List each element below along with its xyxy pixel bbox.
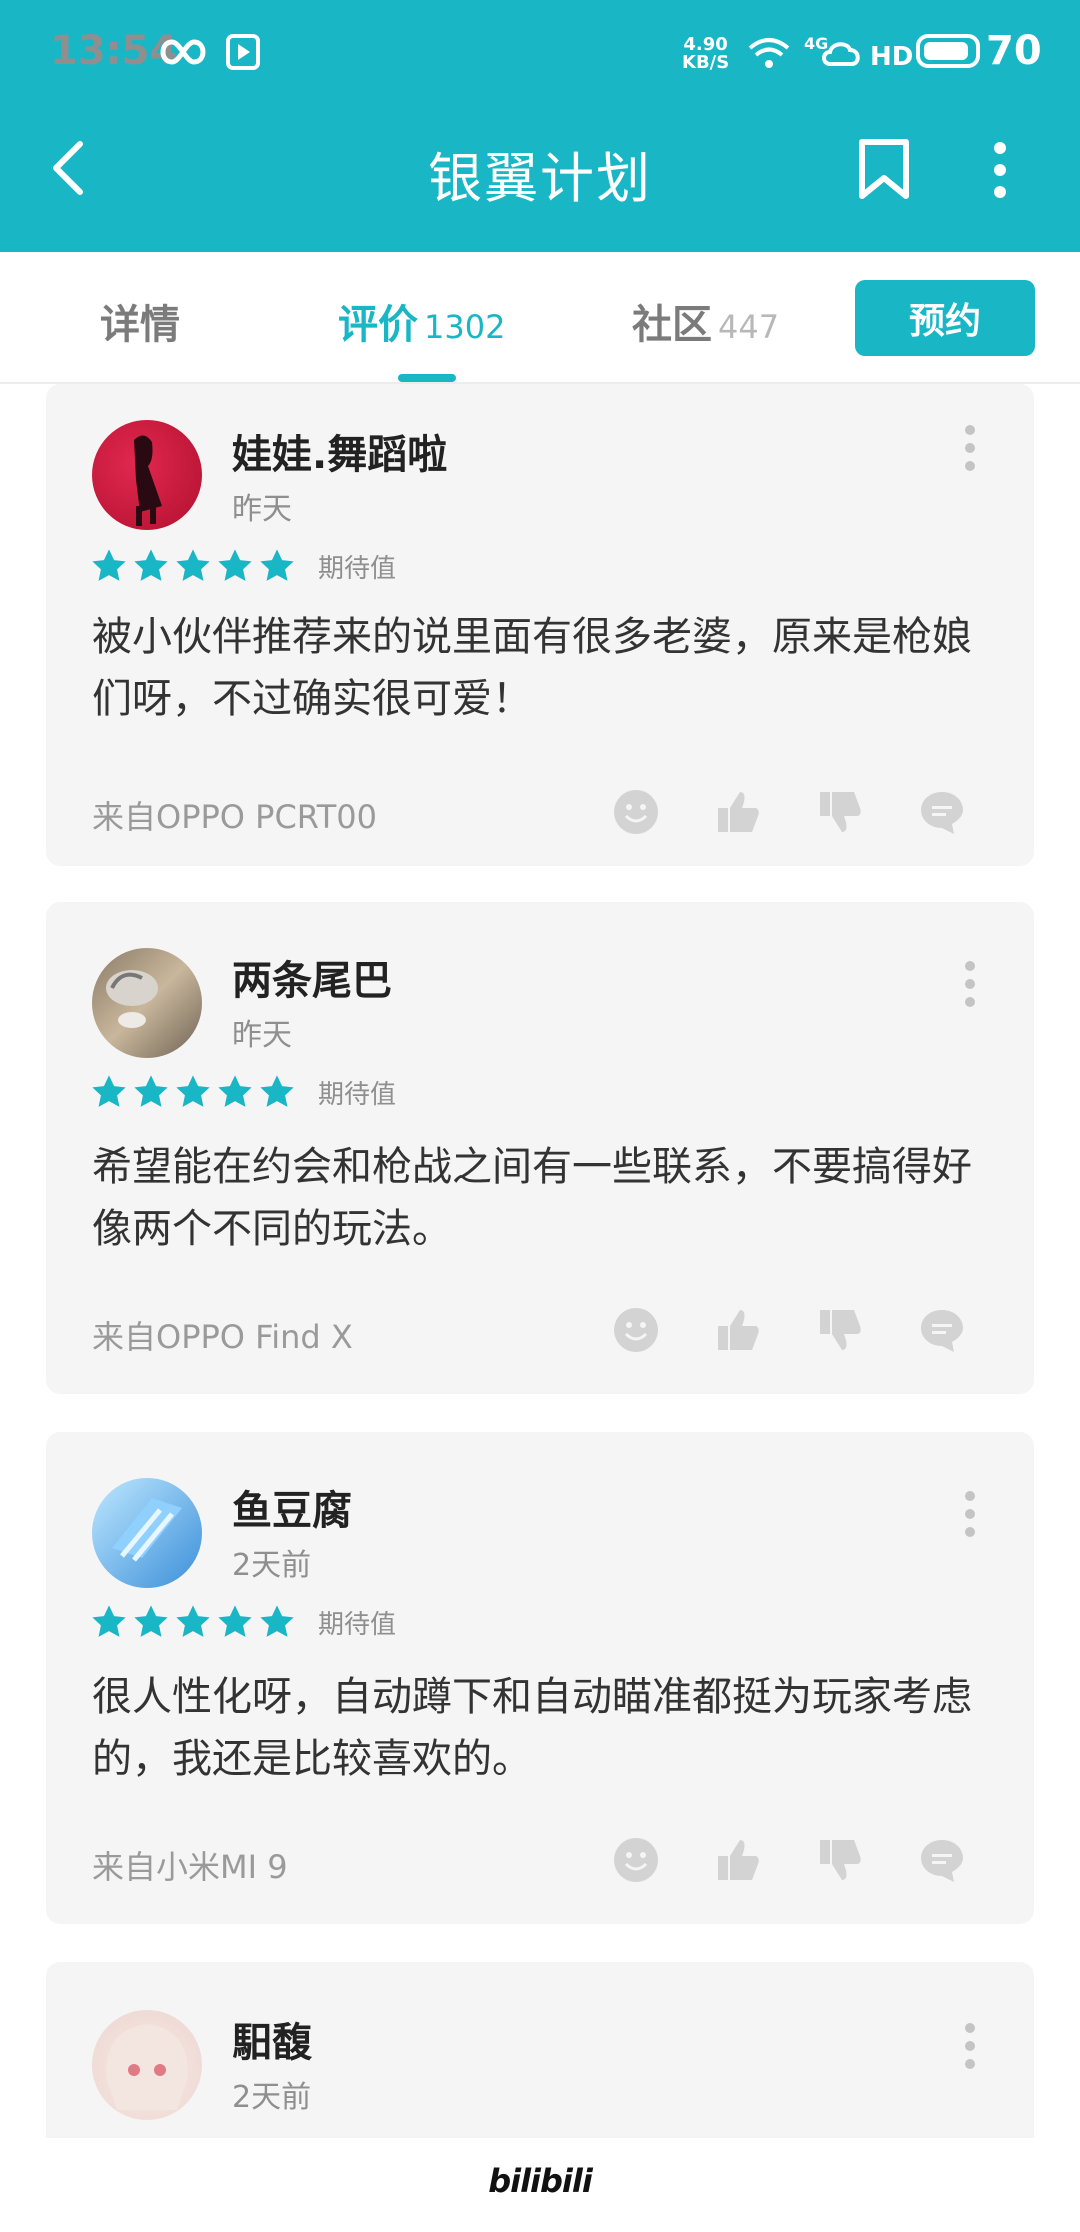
emoji-icon[interactable] [612, 1836, 660, 1884]
battery-icon [916, 34, 980, 68]
avatar[interactable] [92, 1478, 202, 1588]
bookmark-icon[interactable] [856, 138, 912, 200]
comment-icon[interactable] [918, 788, 966, 836]
star-icon [218, 1605, 252, 1637]
tab-details[interactable]: 详情 [100, 292, 180, 350]
reserve-button[interactable]: 预约 [855, 280, 1035, 356]
tab-reviews[interactable]: 评价 1302 [338, 292, 505, 350]
bilibili-logo: bilibili [488, 2162, 593, 2200]
star-rating: 期待值 [90, 546, 396, 586]
community-count: 447 [718, 308, 780, 346]
hd-label: HD [870, 42, 914, 72]
star-rating: 期待值 [90, 1602, 396, 1642]
rating-label: 期待值 [318, 1079, 397, 1110]
infinity-icon [160, 39, 206, 65]
review-text[interactable]: 被小伙伴推荐来的说里面有很多老婆，原来是枪娘们呀，不过确实很可爱！ [92, 606, 978, 730]
star-icon [134, 1605, 168, 1637]
review-more-icon[interactable] [964, 424, 976, 472]
star-icon [176, 1075, 210, 1107]
thumbs-down-icon[interactable] [816, 788, 864, 836]
star-icon [134, 1075, 168, 1107]
star-icon [92, 1075, 126, 1107]
emoji-icon[interactable] [612, 788, 660, 836]
star-icon [92, 549, 126, 581]
review-time: 昨天 [232, 1018, 292, 1053]
reviewer-name[interactable]: 鱼豆腐 [232, 1478, 352, 1536]
review-text[interactable]: 希望能在约会和枪战之间有一些联系，不要搞得好像两个不同的玩法。 [92, 1136, 978, 1260]
comment-icon[interactable] [918, 1306, 966, 1354]
star-icon [134, 549, 168, 581]
reviews-count: 1302 [424, 308, 506, 346]
avatar[interactable] [92, 420, 202, 530]
more-options-icon[interactable] [980, 140, 1020, 200]
avatar[interactable] [92, 2010, 202, 2120]
star-icon [260, 549, 294, 581]
play-store-icon [226, 34, 260, 70]
review-more-icon[interactable] [964, 1490, 976, 1538]
review-card: 娃娃.舞蹈啦 昨天 期待值 被小伙伴推荐来的说里面有很多老婆，原来是枪娘们呀，不… [46, 384, 1034, 866]
review-more-icon[interactable] [964, 2022, 976, 2070]
review-text[interactable]: 很人性化呀，自动蹲下和自动瞄准都挺为玩家考虑的，我还是比较喜欢的。 [92, 1666, 978, 1790]
review-device: 来自OPPO Find X [92, 1318, 353, 1356]
comment-icon[interactable] [918, 1836, 966, 1884]
rating-label: 期待值 [318, 1609, 397, 1640]
star-icon [260, 1605, 294, 1637]
wifi-icon [748, 38, 790, 68]
review-more-icon[interactable] [964, 960, 976, 1008]
star-icon [92, 1605, 126, 1637]
reviewer-name[interactable]: 娃娃.舞蹈啦 [232, 422, 447, 480]
reviewer-name[interactable]: 两条尾巴 [232, 948, 392, 1006]
emoji-icon[interactable] [612, 1306, 660, 1354]
thumbs-down-icon[interactable] [816, 1836, 864, 1884]
net-speed: 4.90 KB/S [682, 34, 730, 73]
review-time: 2天前 [232, 2080, 312, 2115]
star-rating: 期待值 [90, 1072, 396, 1112]
thumbs-up-icon[interactable] [714, 1836, 762, 1884]
avatar[interactable] [92, 948, 202, 1058]
cloud-sync-icon [822, 42, 860, 66]
review-card: 鱼豆腐 2天前 期待值 很人性化呀，自动蹲下和自动瞄准都挺为玩家考虑的，我还是比… [46, 1432, 1034, 1924]
thumbs-up-icon[interactable] [714, 1306, 762, 1354]
status-bar: 13:54 4.90 KB/S 4G HD 70 [0, 0, 1080, 110]
star-icon [218, 549, 252, 581]
bottom-bar: bilibili [0, 2138, 1080, 2232]
star-icon [260, 1075, 294, 1107]
star-icon [176, 549, 210, 581]
review-device: 来自OPPO PCRT00 [92, 798, 377, 836]
review-time: 昨天 [232, 492, 292, 527]
review-device: 来自小米MI 9 [92, 1848, 288, 1886]
tab-community[interactable]: 社区 447 [632, 292, 779, 350]
rating-label: 期待值 [318, 553, 397, 584]
page-title: 银翼计划 [428, 147, 652, 210]
thumbs-down-icon[interactable] [816, 1306, 864, 1354]
star-icon [218, 1075, 252, 1107]
tab-bar: 详情 评价 1302 社区 447 预约 [0, 252, 1080, 384]
battery-level: 70 [986, 28, 1042, 74]
review-card: 馹馥 2天前 [46, 1962, 1034, 2138]
top-bar: 13:54 4.90 KB/S 4G HD 70 银翼计划 [0, 0, 1080, 252]
tab-indicator [398, 374, 456, 382]
review-time: 2天前 [232, 1548, 312, 1583]
thumbs-up-icon[interactable] [714, 788, 762, 836]
star-icon [176, 1605, 210, 1637]
review-card: 两条尾巴 昨天 期待值 希望能在约会和枪战之间有一些联系，不要搞得好像两个不同的… [46, 902, 1034, 1394]
reviewer-name[interactable]: 馹馥 [232, 2010, 312, 2068]
